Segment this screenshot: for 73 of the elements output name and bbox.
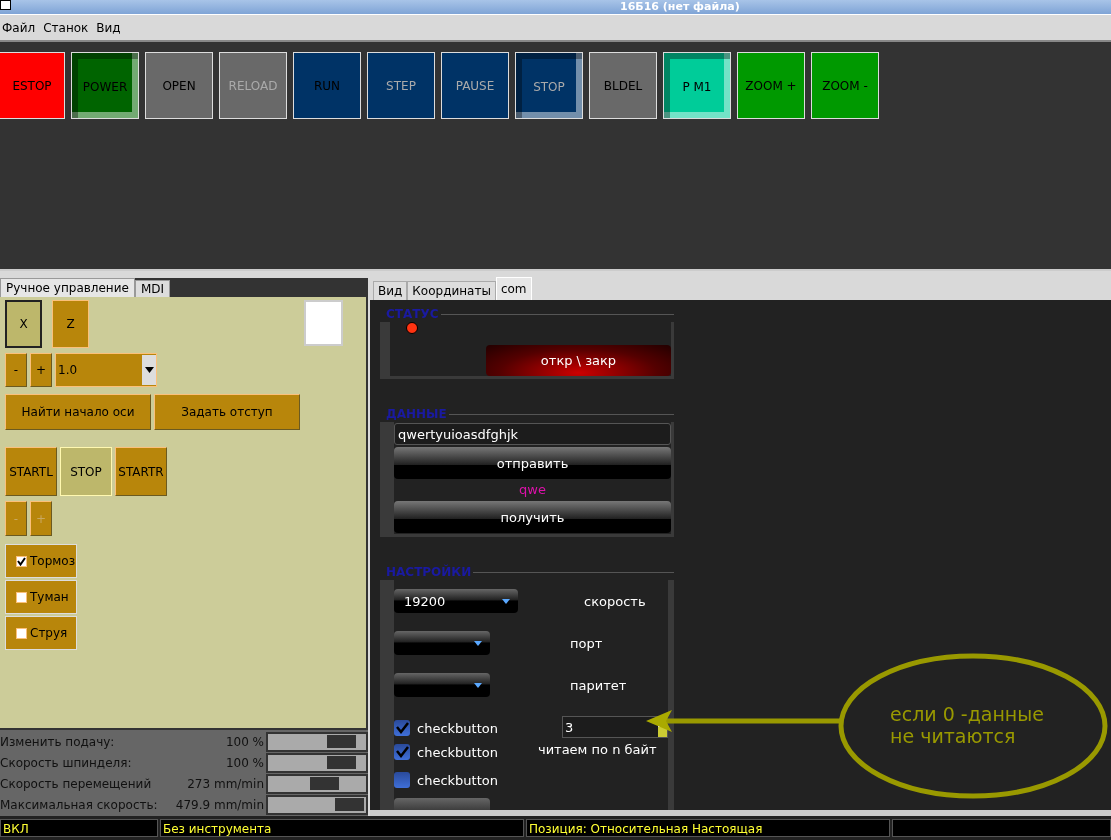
tab[interactable]: Ручное управление xyxy=(0,278,135,297)
tab[interactable]: Вид xyxy=(373,281,408,300)
checkbox-label: checkbutton xyxy=(417,720,498,736)
toolbar-button[interactable]: P M1 xyxy=(663,52,731,119)
setting-label: скорость xyxy=(584,593,646,609)
axis-action-button[interactable]: Задать отступ xyxy=(154,394,300,430)
override-value: 100 % xyxy=(224,755,264,770)
checkbox-label: Туман xyxy=(30,590,69,604)
checkbox-label: checkbutton xyxy=(417,744,498,760)
window-title: 16Б16 (нет файла) xyxy=(620,0,740,14)
checkbox[interactable] xyxy=(16,555,27,567)
toolbar-button[interactable]: OPEN xyxy=(145,52,213,119)
override-label: Изменить подачу: xyxy=(0,734,116,749)
status-segment: Позиция: Относительная Настоящая xyxy=(526,819,890,837)
frame-title: НАСТРОЙКИ xyxy=(386,565,472,579)
send-button[interactable]: отправить xyxy=(394,447,671,479)
checkbox-label: checkbutton xyxy=(417,772,498,788)
override-label: Скорость шпинделя: xyxy=(0,755,133,770)
window-icon[interactable] xyxy=(0,0,11,10)
status-led xyxy=(406,322,418,334)
received-text: qwe xyxy=(518,481,547,499)
tab[interactable]: MDI xyxy=(134,280,171,297)
checkbox-label: Тормоз xyxy=(30,554,76,568)
settings-combo[interactable] xyxy=(394,631,490,655)
axis-action-button[interactable]: Найти начало оси xyxy=(5,394,151,430)
checkbox[interactable] xyxy=(394,744,410,760)
menu-item[interactable]: Файл xyxy=(0,20,40,35)
tab[interactable]: Координаты xyxy=(407,281,496,300)
frame-title: СТАТУС xyxy=(386,307,439,321)
settings-combo[interactable] xyxy=(394,673,490,697)
toolbar-button[interactable]: BLDEL xyxy=(589,52,657,119)
checkbox-label: Струя xyxy=(30,626,68,640)
coolant-toggle[interactable]: Струя xyxy=(5,616,77,650)
checkbox[interactable] xyxy=(394,720,410,736)
spindle-button[interactable]: STOP xyxy=(60,447,112,496)
annotation-text: если 0 -данные не читаются xyxy=(890,703,1044,747)
axis-button[interactable]: Z xyxy=(52,300,89,348)
setting-label: читаем по n байт xyxy=(537,742,658,757)
setting-label: паритет xyxy=(570,677,627,693)
status-segment: Без инструмента xyxy=(160,819,524,837)
coolant-toggle[interactable]: Тормоз xyxy=(5,544,77,578)
override-label: Скорость перемещений xyxy=(0,776,153,791)
status-segment: ВКЛ xyxy=(0,819,158,837)
color-swatch xyxy=(304,300,343,346)
override-label: Максимальная скорость: xyxy=(0,797,159,812)
receive-button[interactable]: получить xyxy=(394,501,671,533)
menu-item[interactable]: Вид xyxy=(94,20,125,35)
dropdown-icon xyxy=(474,682,482,688)
toolbar-button[interactable]: ZOOM + xyxy=(737,52,805,119)
spindle-button[interactable]: STARTR xyxy=(115,447,167,496)
dropdown-icon xyxy=(502,598,510,604)
toolbar-button[interactable]: ESTOP xyxy=(0,52,65,119)
open-close-button[interactable]: откр \ закр xyxy=(486,345,671,376)
setting-label: порт xyxy=(570,635,603,651)
override-value: 273 mm/min xyxy=(186,776,264,791)
override-value: 100 % xyxy=(224,734,264,749)
dropdown-icon xyxy=(144,367,154,373)
toolbar-button[interactable]: ZOOM - xyxy=(811,52,879,119)
checkbox[interactable] xyxy=(394,772,410,788)
jog-minus-button[interactable]: - xyxy=(5,353,27,387)
frame-title: ДАННЫЕ xyxy=(386,407,447,421)
axis-button[interactable]: X xyxy=(5,300,42,348)
spindle-button[interactable]: STARTL xyxy=(5,447,57,496)
coolant-toggle[interactable]: Туман xyxy=(5,580,77,614)
dropdown-icon xyxy=(474,640,482,646)
data-input-field[interactable]: qwertyuioasdfghjk xyxy=(394,423,671,445)
override-value: 479.9 mm/min xyxy=(174,797,264,812)
jog-plus-button[interactable]: + xyxy=(30,353,52,387)
byte-count-spinbox[interactable]: 3 xyxy=(561,716,668,738)
menu-item[interactable]: Станок xyxy=(41,20,93,35)
settings-combo[interactable]: 19200 xyxy=(394,589,518,613)
tab[interactable]: com xyxy=(495,277,532,300)
increment-combo[interactable]: 1.0 xyxy=(55,353,157,387)
